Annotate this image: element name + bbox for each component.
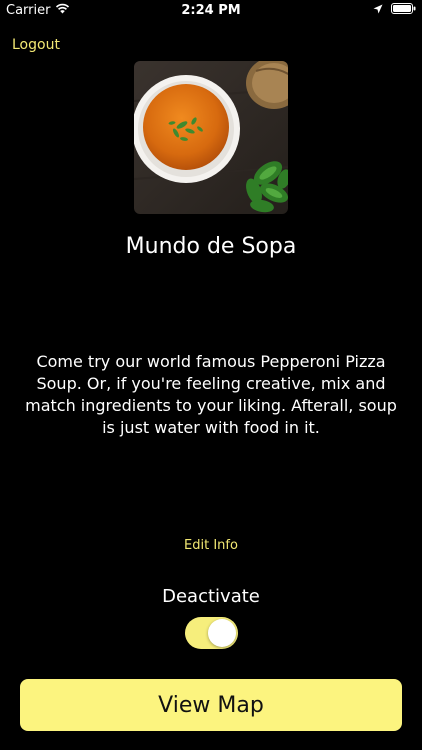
toggle-knob xyxy=(208,619,236,647)
view-map-button[interactable]: View Map xyxy=(20,679,402,731)
restaurant-name: Mundo de Sopa xyxy=(125,234,297,259)
edit-info-button[interactable]: Edit Info xyxy=(0,538,422,553)
status-right xyxy=(373,3,416,18)
restaurant-image xyxy=(134,61,288,214)
logout-button[interactable]: Logout xyxy=(12,37,60,53)
deactivate-label: Deactivate xyxy=(162,586,260,607)
restaurant-description: Come try our world famous Pepperoni Pizz… xyxy=(25,352,397,437)
status-time: 2:24 PM xyxy=(181,3,241,18)
status-bar: Carrier 2:24 PM xyxy=(0,0,422,22)
view-map-label: View Map xyxy=(158,692,264,718)
location-arrow-icon xyxy=(373,3,383,18)
deactivate-toggle[interactable] xyxy=(185,617,238,649)
battery-icon xyxy=(391,3,416,18)
